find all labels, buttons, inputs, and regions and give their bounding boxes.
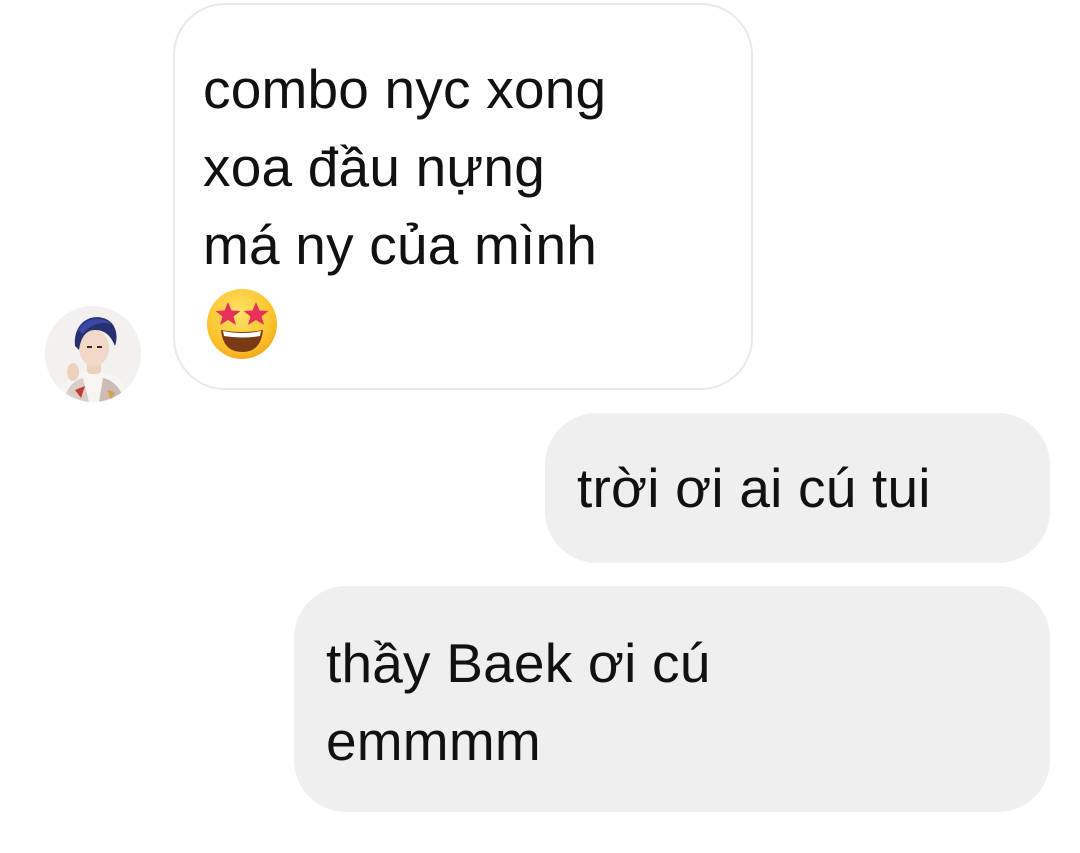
star-struck-emoji-icon (207, 289, 277, 359)
incoming-message-bubble[interactable]: combo nyc xong xoa đầu nựng má ny của mì… (173, 3, 753, 390)
outgoing-message-bubble[interactable]: trời ơi ai cú tui (545, 413, 1050, 563)
contact-avatar[interactable] (45, 306, 141, 402)
message-text-line: combo nyc xong (203, 58, 607, 120)
message-text-line: xoa đầu nựng (203, 136, 545, 198)
message-text-line: emmmm (326, 710, 541, 772)
message-text-line: má ny của mình (203, 214, 598, 276)
outgoing-message-bubble[interactable]: thầy Baek ơi cú emmmm (294, 586, 1050, 812)
message-text-line: thầy Baek ơi cú (326, 632, 711, 694)
profile-photo-icon (45, 306, 141, 402)
message-text-line: trời ơi ai cú tui (577, 457, 931, 519)
